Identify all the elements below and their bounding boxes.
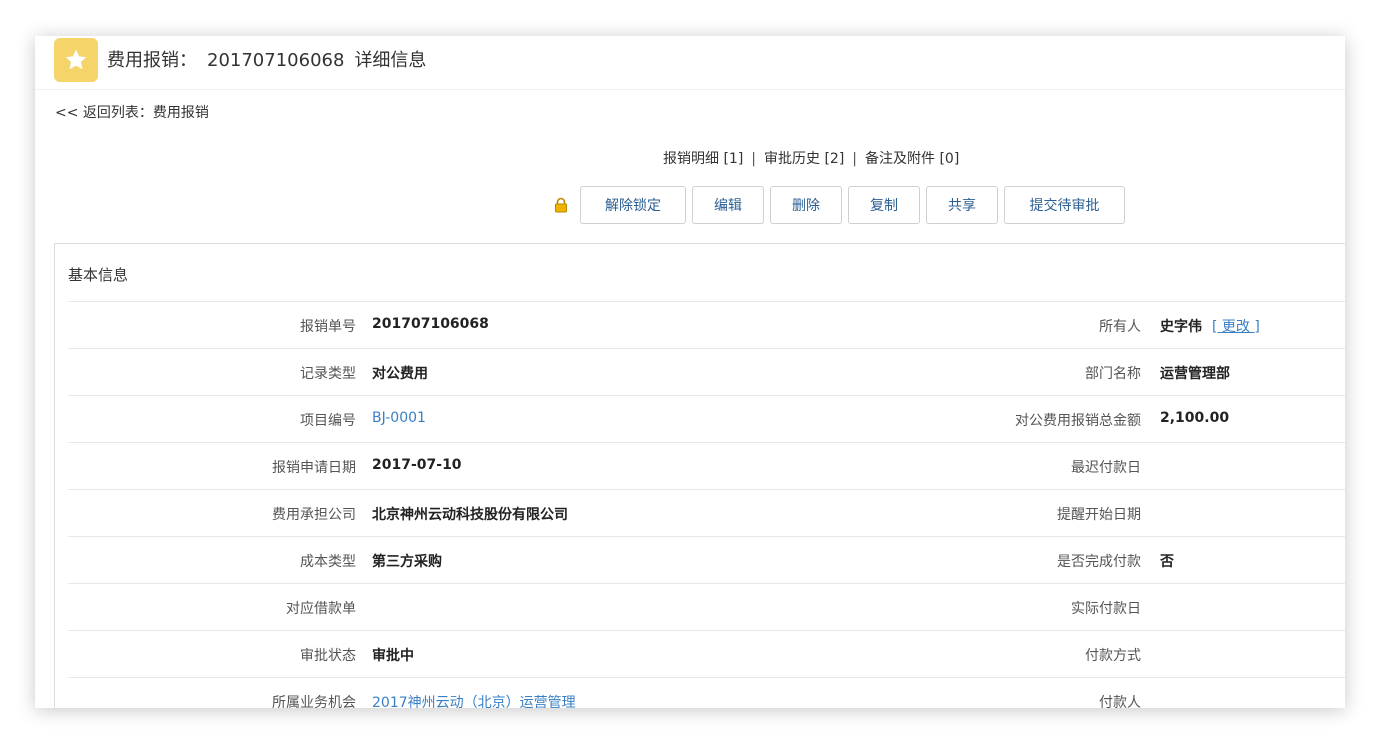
- field-row: 报销申请日期 2017-07-10 最迟付款日: [68, 442, 1345, 489]
- field-row: 成本类型 第三方采购 是否完成付款 否: [68, 536, 1345, 583]
- field-value: 第三方采购: [372, 554, 442, 570]
- field-label: 部门名称: [1085, 366, 1141, 382]
- change-owner-link[interactable]: [ 更改 ]: [1212, 319, 1260, 335]
- field-row: 记录类型 对公费用 部门名称 运营管理部: [68, 348, 1345, 395]
- subnav-notes-attachments[interactable]: 备注及附件 [0]: [865, 151, 959, 167]
- share-button[interactable]: 共享: [926, 186, 998, 224]
- opportunity-link[interactable]: 2017神州云动（北京）运营管理: [372, 692, 576, 708]
- unlock-button[interactable]: 解除锁定: [580, 186, 686, 224]
- title-prefix: 费用报销：: [107, 50, 197, 71]
- field-value: 2,100.00: [1160, 410, 1230, 426]
- field-row: 项目编号 BJ-0001 对公费用报销总金额 2,100.00: [68, 395, 1345, 442]
- page-title: 费用报销： 201707106068 详细信息: [107, 46, 426, 72]
- title-suffix: 详细信息: [354, 50, 427, 71]
- field-row: 报销单号 201707106068 所有人 史字伟 [ 更改 ]: [68, 301, 1345, 348]
- field-label: 对公费用报销总金额: [1015, 413, 1141, 429]
- edit-button[interactable]: 编辑: [692, 186, 764, 224]
- field-label: 记录类型: [300, 366, 356, 382]
- field-value: 北京神州云动科技股份有限公司: [372, 507, 568, 523]
- submit-for-approval-button[interactable]: 提交待审批: [1004, 186, 1125, 224]
- field-grid: 报销单号 201707106068 所有人 史字伟 [ 更改 ] 记录类型 对公费…: [68, 301, 1345, 708]
- field-label: 最迟付款日: [1071, 460, 1141, 476]
- back-to-list-link[interactable]: << 返回列表：费用报销: [55, 102, 209, 122]
- subnav-separator: |: [751, 151, 756, 167]
- owner-value: 史字伟 [ 更改 ]: [1160, 316, 1260, 336]
- field-label: 付款人: [1099, 695, 1141, 708]
- copy-button[interactable]: 复制: [848, 186, 920, 224]
- section-title: 基本信息: [68, 266, 129, 284]
- subnav-separator: |: [852, 151, 857, 167]
- field-label: 付款方式: [1085, 648, 1141, 664]
- record-detail-window: 费用报销： 201707106068 详细信息 << 返回列表：费用报销 报销明细 …: [35, 36, 1345, 708]
- field-value: 2017-07-10: [372, 457, 462, 473]
- field-value: 否: [1160, 554, 1174, 570]
- field-value: 对公费用: [372, 366, 428, 382]
- field-label: 提醒开始日期: [1057, 507, 1141, 523]
- field-label: 报销申请日期: [272, 460, 356, 476]
- field-value: 运营管理部: [1160, 366, 1230, 382]
- field-label: 所属业务机会: [272, 695, 356, 708]
- owner-name: 史字伟: [1160, 319, 1202, 335]
- field-value: 201707106068: [372, 316, 489, 332]
- field-row: 所属业务机会 2017神州云动（北京）运营管理 付款人: [68, 677, 1345, 708]
- star-icon: [54, 38, 98, 82]
- field-label: 费用承担公司: [272, 507, 356, 523]
- project-number-link[interactable]: BJ-0001: [372, 410, 426, 426]
- action-toolbar: 解除锁定 编辑 删除 复制 共享 提交待审批: [554, 185, 1131, 225]
- lock-icon: [554, 195, 574, 215]
- field-label: 所有人: [1099, 319, 1141, 335]
- field-label: 对应借款单: [286, 601, 356, 617]
- field-label: 项目编号: [300, 413, 356, 429]
- basic-info-panel: 基本信息 报销单号 201707106068 所有人 史字伟 [ 更改 ] 记录类…: [54, 243, 1345, 708]
- field-label: 是否完成付款: [1057, 554, 1141, 570]
- related-lists-nav: 报销明细 [1] | 审批历史 [2] | 备注及附件 [0]: [663, 148, 959, 168]
- field-row: 对应借款单 实际付款日: [68, 583, 1345, 630]
- field-row: 审批状态 审批中 付款方式: [68, 630, 1345, 677]
- field-label: 成本类型: [300, 554, 356, 570]
- subnav-expense-details[interactable]: 报销明细 [1]: [663, 151, 743, 167]
- field-label: 报销单号: [300, 319, 356, 335]
- field-value: 审批中: [372, 648, 414, 664]
- field-label: 审批状态: [300, 648, 356, 664]
- record-id: 201707106068: [207, 50, 345, 71]
- subnav-approval-history[interactable]: 审批历史 [2]: [764, 151, 844, 167]
- delete-button[interactable]: 删除: [770, 186, 842, 224]
- page-header: 费用报销： 201707106068 详细信息: [35, 36, 1345, 90]
- field-row: 费用承担公司 北京神州云动科技股份有限公司 提醒开始日期: [68, 489, 1345, 536]
- field-label: 实际付款日: [1071, 601, 1141, 617]
